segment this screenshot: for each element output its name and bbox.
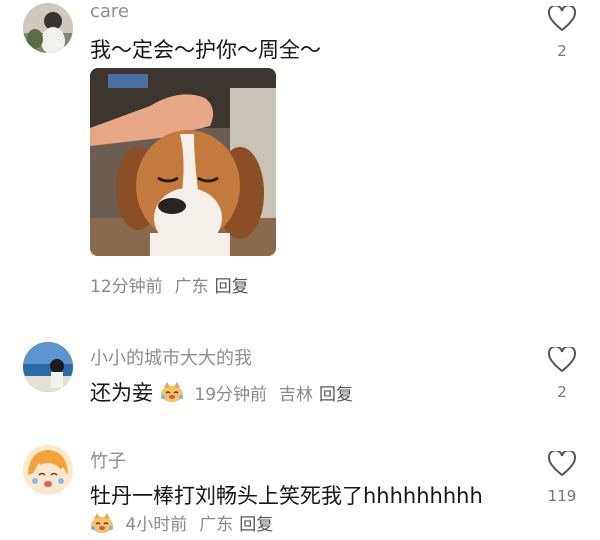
comment-time: 4小时前 [125, 515, 188, 535]
comment-username[interactable]: 小小的城市大大的我 [90, 344, 252, 370]
heart-outline-icon [548, 6, 576, 32]
like-button[interactable]: 2 [542, 347, 582, 401]
comment-time: 19分钟前 [194, 385, 268, 405]
comment-text: 牡丹一棒打刘畅头上笑死我了hhhhhhhhh [90, 484, 483, 508]
avatar[interactable] [23, 342, 73, 392]
comment-time: 12分钟前 [90, 277, 163, 297]
avatar[interactable] [23, 3, 73, 53]
reply-button[interactable]: 回复 [239, 515, 273, 535]
comment-username[interactable]: care [90, 1, 129, 22]
comment-list: care 我～定会～护你～周全～ 12分钟前 广东 回复 2 小小的城市大大的我… [0, 0, 600, 540]
comment-meta: 19分钟前 吉林 回复 [194, 385, 353, 405]
like-count: 119 [547, 487, 577, 505]
reply-button[interactable]: 回复 [215, 277, 249, 297]
comment-location: 广东 [174, 277, 209, 297]
comment-meta: 12分钟前 广东 回复 [90, 272, 249, 297]
comment-username[interactable]: 竹子 [90, 447, 126, 473]
comment-text-row: 还为妾 19分钟前 吉林 回复 [90, 377, 353, 408]
avatar[interactable] [23, 445, 73, 495]
heart-outline-icon [548, 451, 576, 477]
beagle-photo[interactable] [90, 68, 276, 256]
laughing-cat-emoji [160, 381, 184, 408]
reply-button[interactable]: 回复 [319, 385, 353, 405]
like-button[interactable]: 119 [542, 451, 582, 505]
like-button[interactable]: 2 [542, 6, 582, 60]
like-count: 2 [557, 383, 567, 401]
comment-location: 广东 [199, 515, 234, 535]
comment-location: 吉林 [279, 385, 314, 405]
laughing-cat-emoji [90, 512, 114, 539]
comment-meta: 4小时前 广东 回复 [90, 510, 273, 539]
like-count: 2 [557, 42, 567, 60]
comment-text: 还为妾 [90, 381, 153, 405]
heart-outline-icon [548, 347, 576, 373]
comment-text: 我～定会～护你～周全～ [90, 38, 321, 62]
